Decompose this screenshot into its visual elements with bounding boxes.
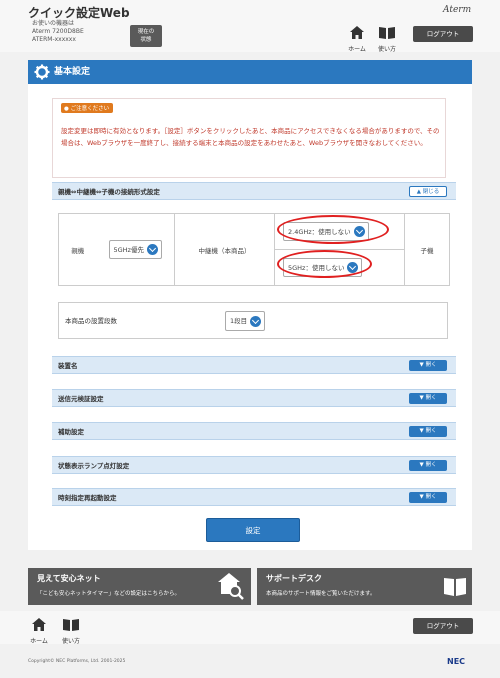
parent-band-select[interactable]: 5GHz優先 [108,239,162,260]
repeater-label-cell: 中継機（本商品） [174,213,275,286]
expand-button[interactable]: ▼ 開く [409,360,447,371]
connection-title: 親機⇔中継機⇔子機の接続形式設定 [58,188,160,196]
depth-label: 本商品の設置段数 [65,317,117,325]
device-line: お使いの機器は [32,20,75,27]
collapse-label: 閉じる [422,189,440,195]
section-title: 状態表示ランプ点灯設定 [58,462,130,470]
mieru-anshin-banner[interactable]: 見えて安心ネット 「こども安心ネットタイマー」などの設定はこちらから。 [28,568,251,605]
depth-row: 本商品の設置段数 1段目 [58,302,448,339]
submit-button[interactable]: 設定 [206,518,300,542]
expand-label: 開く [425,395,437,401]
section-device-name: 装置名 ▼ 開く [52,356,456,374]
expand-label: 開く [425,494,437,500]
section-status-lamp: 状態表示ランプ点灯設定 ▼ 開く [52,456,456,474]
parent-label: 親機 [71,246,85,255]
page-title: 基本設定 [54,67,91,77]
repeater-label: 中継機（本商品） [198,246,251,255]
device-info: お使いの機器は Aterm 7200D8BE ATERM-xxxxxx [32,20,84,44]
highlight-oval-5ghz [277,250,372,278]
parent-label-cell: 親機 [58,213,97,286]
expand-button[interactable]: ▼ 開く [409,492,447,503]
help-label: 使い方 [377,46,396,53]
section-auxiliary: 補助設定 ▼ 開く [52,422,456,440]
current-status-button[interactable]: 現在の 状態 [130,25,162,47]
notice-text: 設定変更は即時に有効となります。［設定］ボタンをクリックしたあと、本商品にアクセ… [61,127,440,147]
device-ssid: ATERM-xxxxxx [32,36,76,43]
connection-table: 親機 5GHz優先 中継機（本商品） 2.4GHz：使用しない 子機 5GHz：… [58,213,450,286]
notice-box: ● ご注意ください 設定変更は即時に有効となります。［設定］ボタンをクリックした… [52,98,446,178]
expand-button[interactable]: ▼ 開く [409,426,447,437]
footer-nav: ホーム 使い方 ログアウト [0,611,500,645]
chevron-down-icon: ▼ [419,494,424,500]
section-scheduled-reboot: 時刻指定再起動設定 ▼ 開く [52,488,456,506]
expand-label: 開く [425,462,437,468]
home-icon [32,618,46,631]
parent-select-cell: 5GHz優先 [96,213,175,286]
gear-icon [34,64,50,80]
chevron-down-icon [146,244,158,256]
chevron-down-icon: ▼ [419,362,424,368]
section-source-verification: 送信元検証設定 ▼ 開く [52,389,456,407]
status-line-1: 現在の [137,29,155,35]
nec-logo: NEC [447,657,466,666]
banner-title: サポートデスク [266,574,322,583]
footer-help-label: 使い方 [61,638,80,645]
depth-select[interactable]: 1段目 [225,311,266,331]
notice-badge-label: ご注意ください [70,106,110,112]
expand-button[interactable]: ▼ 開く [409,393,447,404]
expand-label: 開く [425,362,437,368]
home-label: ホーム [348,46,366,53]
home-icon [350,26,364,39]
app-title: クイック設定Web [28,6,130,20]
house-search-icon [218,573,244,600]
section-title: 装置名 [58,362,78,370]
banner-title: 見えて安心ネット [37,574,101,583]
support-desk-banner[interactable]: サポートデスク 本商品のサポート情報をご覧いただけます。 [257,568,472,605]
highlight-oval-24ghz [277,215,389,244]
help-nav[interactable]: 使い方 [375,24,399,53]
chevron-down-icon: ▼ [419,428,424,434]
device-model: Aterm 7200D8BE [32,28,84,35]
section-header: 基本設定 [28,60,472,84]
footer-logout-button[interactable]: ログアウト [413,618,473,634]
collapse-button[interactable]: ▲ 閉じる [409,186,447,197]
notice-badge: ● ご注意ください [61,103,114,113]
footer-home-label: ホーム [30,638,48,645]
header: クイック設定Web お使いの機器は Aterm 7200D8BE ATERM-x… [0,0,500,53]
home-nav[interactable]: ホーム [345,24,369,53]
parent-band-value: 5GHz優先 [113,245,144,254]
chevron-up-icon: ▲ [416,189,421,195]
book-icon [379,27,395,39]
depth-value: 1段目 [230,317,248,325]
footer-home-nav[interactable]: ホーム [27,616,51,645]
footer-help-nav[interactable]: 使い方 [59,616,83,645]
logout-button[interactable]: ログアウト [413,26,473,42]
child-label-cell: 子機 [404,213,450,286]
connection-bar: 親機⇔中継機⇔子機の接続形式設定 ▲ 閉じる [52,182,456,200]
section-title: 送信元検証設定 [58,395,104,403]
book-icon [444,578,466,596]
chevron-down-icon: ▼ [419,462,424,468]
book-icon [63,619,79,631]
expand-button[interactable]: ▼ 開く [409,460,447,471]
main-panel: 基本設定 ● ご注意ください 設定変更は即時に有効となります。［設定］ボタンをク… [28,60,472,550]
aterm-logo: Aterm [443,5,472,15]
child-label: 子機 [420,246,434,255]
copyright: Copyright© NEC Platforms, Ltd. 2001-2025 [28,659,126,664]
status-line-2: 状態 [140,37,152,43]
expand-label: 開く [425,428,437,434]
section-title: 時刻指定再起動設定 [58,494,117,502]
chevron-down-icon: ▼ [419,395,424,401]
banner-subtitle: 「こども安心ネットタイマー」などの設定はこちらから。 [37,591,181,597]
chevron-down-icon [250,315,262,327]
section-title: 補助設定 [58,428,84,436]
banner-subtitle: 本商品のサポート情報をご覧いただけます。 [266,591,376,597]
warning-icon: ● [64,106,69,112]
